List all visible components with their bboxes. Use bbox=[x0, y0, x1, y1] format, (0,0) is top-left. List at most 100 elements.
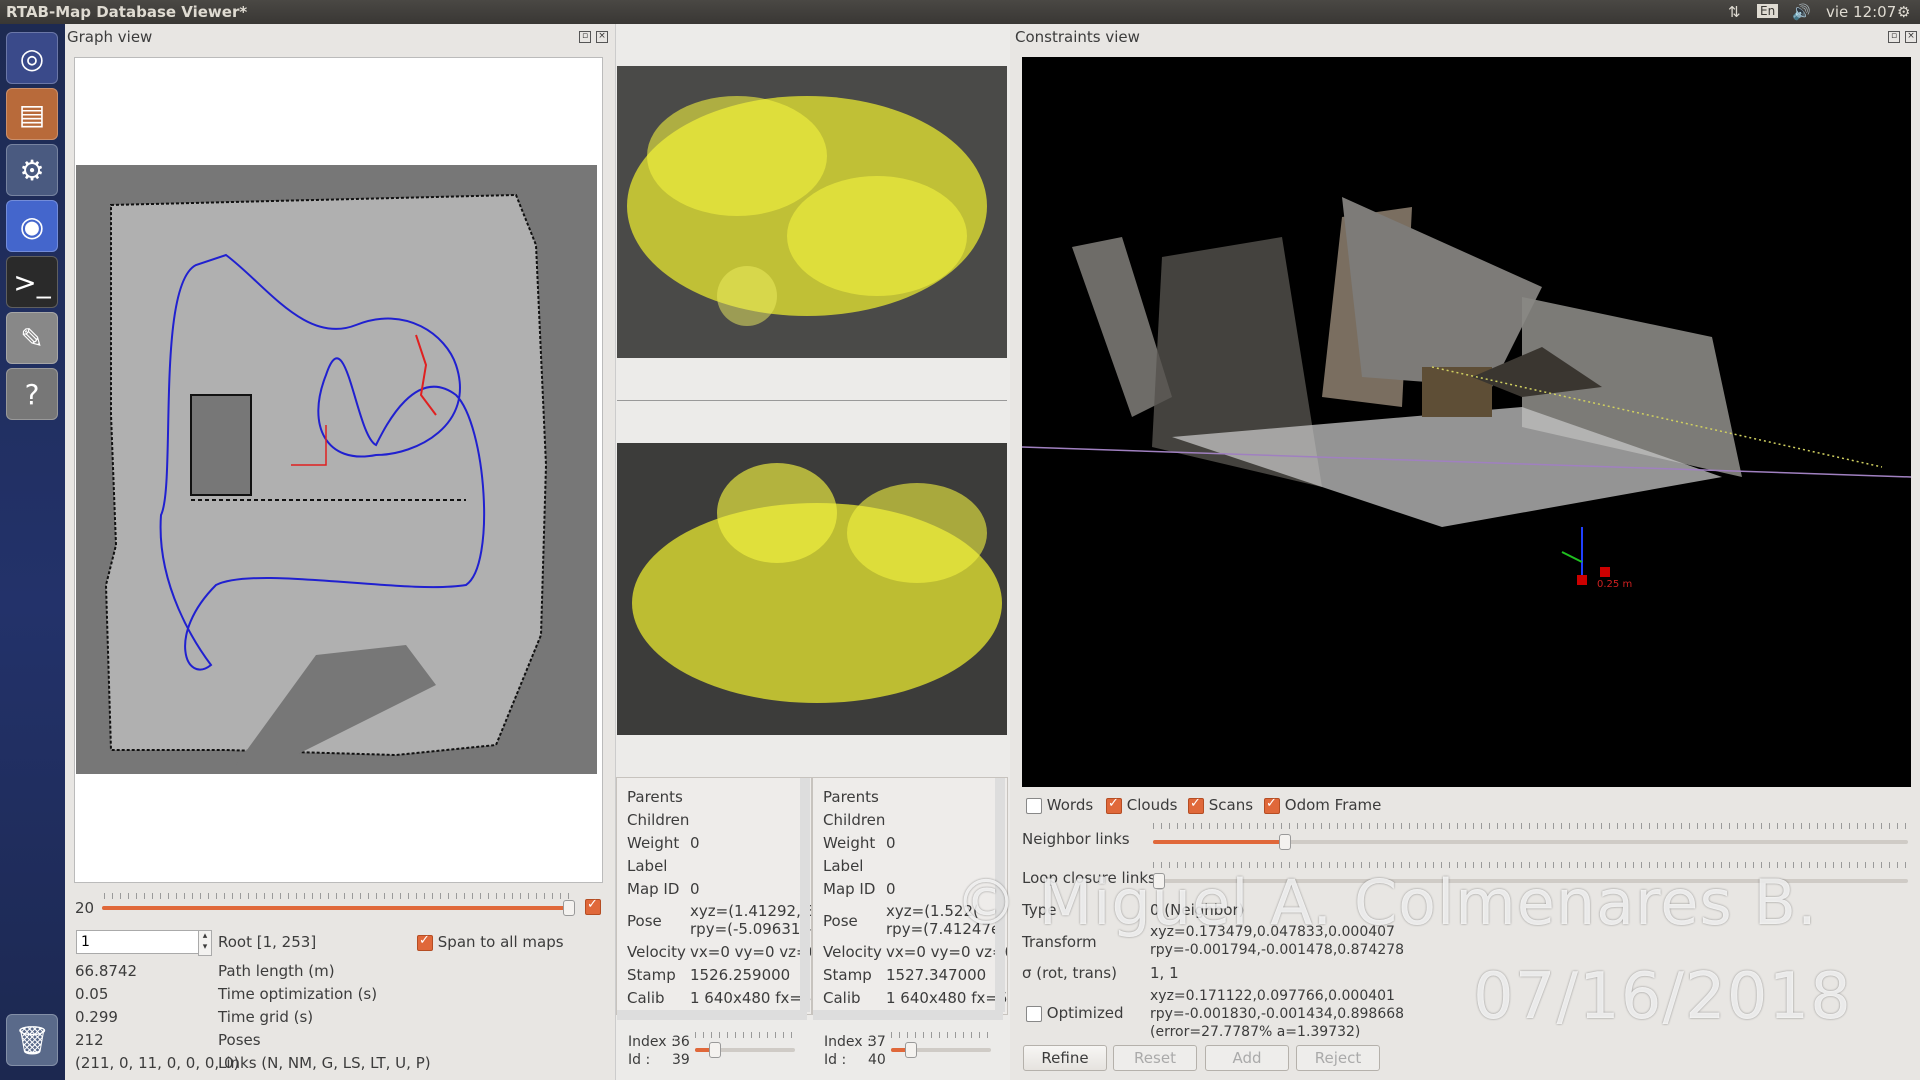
keyboard-lang[interactable]: En bbox=[1757, 4, 1779, 18]
reject-button[interactable]: Reject bbox=[1296, 1045, 1380, 1071]
parents-label: Parents bbox=[823, 788, 879, 806]
words-checkbox-row[interactable]: Words bbox=[1026, 796, 1093, 814]
launcher: ◎ ▤ ⚙ ◉ >_ ✎ ? 🗑 bbox=[0, 24, 65, 1080]
mapid-label: Map ID bbox=[823, 880, 876, 898]
velocity-label: Velocity bbox=[627, 943, 686, 961]
ubuntu-dash-icon[interactable]: ◎ bbox=[6, 32, 58, 84]
text-editor-icon[interactable]: ✎ bbox=[6, 312, 58, 364]
velocity-value: vx=0 vy=0 vz=0 v bbox=[690, 943, 811, 961]
slider-ticks bbox=[695, 1032, 795, 1038]
optimized-error: (error=27.7787% a=1.39732) bbox=[1150, 1024, 1361, 1040]
clock[interactable]: vie 12:07 bbox=[1826, 3, 1896, 21]
pose-label: Pose bbox=[823, 912, 858, 930]
chromium-icon[interactable]: ◉ bbox=[6, 200, 58, 252]
pose-label: Pose bbox=[627, 912, 662, 930]
left-index-slider[interactable] bbox=[695, 1042, 795, 1058]
calib-value: 1 640x480 fx=55 bbox=[886, 989, 1008, 1007]
id-value: 39 bbox=[672, 1052, 690, 1068]
clouds-checkbox[interactable] bbox=[1106, 796, 1122, 814]
refine-button[interactable]: Refine bbox=[1023, 1045, 1107, 1071]
reset-button[interactable]: Reset bbox=[1113, 1045, 1197, 1071]
stat-value: 212 bbox=[75, 1031, 104, 1049]
help-icon[interactable]: ? bbox=[6, 368, 58, 420]
constraints-3d-view[interactable]: 0.25 m bbox=[1021, 57, 1912, 787]
graph-slider[interactable] bbox=[102, 900, 575, 916]
stamp-value: 1527.347000 bbox=[886, 966, 987, 984]
weight-value: 0 bbox=[690, 834, 700, 852]
id-value: 40 bbox=[868, 1052, 886, 1068]
root-spinner[interactable]: ▴ ▾ bbox=[198, 930, 212, 956]
optimized-xyz: xyz=0.171122,0.097766,0.000401 bbox=[1150, 988, 1395, 1004]
optimized-checkbox[interactable] bbox=[1026, 1005, 1042, 1022]
float-icon[interactable]: ▫ bbox=[579, 31, 591, 43]
mapid-value: 0 bbox=[690, 880, 700, 898]
scale-label: 0.25 m bbox=[1597, 579, 1632, 590]
stat-label: Path length (m) bbox=[218, 962, 335, 980]
point-cloud-svg: 0.25 m bbox=[1021, 197, 1912, 590]
image-view-b[interactable] bbox=[617, 443, 1007, 735]
network-icon[interactable]: ⇅ bbox=[1728, 3, 1741, 21]
span-checkbox-row[interactable]: Span to all maps bbox=[417, 933, 564, 951]
span-checkbox[interactable] bbox=[417, 933, 433, 951]
parents-label: Parents bbox=[627, 788, 683, 806]
root-label: Root [1, 253] bbox=[218, 933, 317, 951]
stamp-label: Stamp bbox=[823, 966, 872, 984]
stamp-value: 1526.259000 bbox=[690, 966, 791, 984]
optimized-rpy: rpy=-0.001830,-0.001434,0.898668 bbox=[1150, 1006, 1405, 1022]
sigma-value: 1, 1 bbox=[1150, 964, 1179, 982]
scans-checkbox[interactable] bbox=[1188, 796, 1204, 814]
weight-value: 0 bbox=[886, 834, 896, 852]
id-label: Id : bbox=[824, 1052, 847, 1068]
clouds-checkbox-row[interactable]: Clouds bbox=[1106, 796, 1177, 814]
settings-icon[interactable]: ⚙ bbox=[6, 144, 58, 196]
scrollbar-right-h[interactable] bbox=[813, 1010, 1003, 1020]
trash-icon[interactable]: 🗑 bbox=[6, 1014, 58, 1066]
right-index-slider[interactable] bbox=[891, 1042, 991, 1058]
odom-checkbox[interactable] bbox=[1264, 796, 1280, 814]
mapid-label: Map ID bbox=[627, 880, 680, 898]
graph-slider-checkbox[interactable] bbox=[585, 897, 601, 915]
weight-label: Weight bbox=[823, 834, 876, 852]
watermark-author: © Miguel A. Colmenares B. bbox=[955, 866, 1818, 939]
scrollbar-left-h[interactable] bbox=[617, 1010, 807, 1020]
slider-ticks bbox=[891, 1032, 991, 1038]
graph-slider-value: 20 bbox=[75, 899, 95, 917]
weight-label: Weight bbox=[627, 834, 680, 852]
add-button[interactable]: Add bbox=[1205, 1045, 1289, 1071]
feature-overlay-b bbox=[617, 443, 1007, 735]
occupancy-grid-map[interactable] bbox=[76, 165, 597, 774]
optimized-checkbox-row[interactable]: Optimized bbox=[1026, 1004, 1124, 1022]
odom-checkbox-row[interactable]: Odom Frame bbox=[1264, 796, 1381, 814]
node-info-left: Parents Children Weight 0 Label Map ID 0… bbox=[616, 777, 812, 1015]
slider-ticks bbox=[104, 893, 569, 899]
stat-value: (211, 0, 11, 0, 0, 0, 0) bbox=[75, 1054, 240, 1072]
odom-label: Odom Frame bbox=[1284, 796, 1382, 814]
id-label: Id : bbox=[628, 1052, 651, 1068]
stamp-label: Stamp bbox=[627, 966, 676, 984]
image-view-a[interactable] bbox=[617, 66, 1007, 358]
gear-icon[interactable]: ⚙ bbox=[1897, 3, 1910, 21]
terminal-icon[interactable]: >_ bbox=[6, 256, 58, 308]
volume-icon[interactable]: 🔊 bbox=[1792, 3, 1811, 21]
words-label: Words bbox=[1046, 796, 1094, 814]
scrollbar-left-v[interactable] bbox=[800, 778, 810, 1012]
graph-path-svg bbox=[104, 193, 548, 765]
float-icon[interactable]: ▫ bbox=[1888, 31, 1900, 43]
pose-xyz: xyz=(1.41292,-3. bbox=[690, 902, 812, 920]
sigma-label: σ (rot, trans) bbox=[1022, 964, 1117, 982]
neighbor-links-slider[interactable] bbox=[1153, 834, 1908, 850]
close-icon[interactable]: × bbox=[1905, 31, 1917, 43]
children-label: Children bbox=[627, 811, 690, 829]
stat-label: Time optimization (s) bbox=[218, 985, 378, 1003]
scans-checkbox-row[interactable]: Scans bbox=[1188, 796, 1253, 814]
velocity-value: vx=0 vy=0 vz=0 bbox=[886, 943, 1008, 961]
close-icon[interactable]: × bbox=[596, 31, 608, 43]
label-label: Label bbox=[627, 857, 668, 875]
index-value: 36 bbox=[672, 1034, 690, 1050]
divider bbox=[617, 400, 1007, 401]
files-icon[interactable]: ▤ bbox=[6, 88, 58, 140]
stat-label: Time grid (s) bbox=[218, 1008, 314, 1026]
words-checkbox[interactable] bbox=[1026, 797, 1042, 814]
top-panel: RTAB-Map Database Viewer* ⇅ En 🔊 vie 12:… bbox=[0, 0, 1920, 24]
root-input[interactable] bbox=[76, 930, 206, 954]
